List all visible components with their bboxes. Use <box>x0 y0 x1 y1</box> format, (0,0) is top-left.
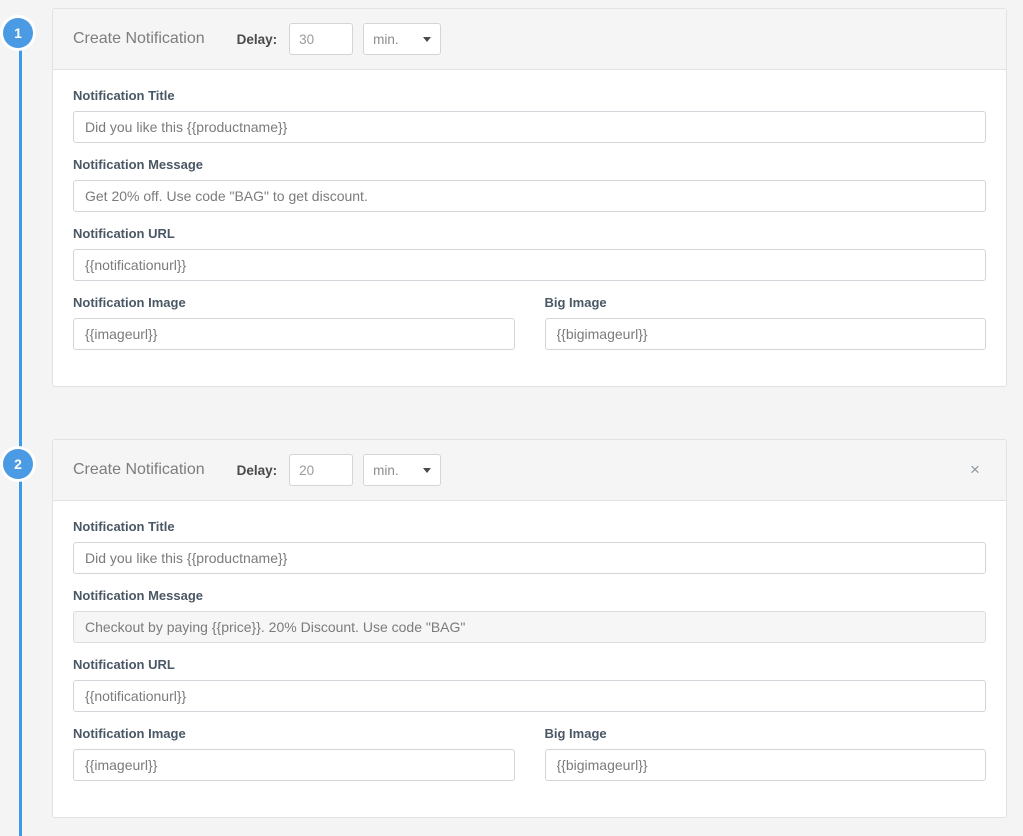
field-notification-title-1: Notification Title <box>73 88 986 143</box>
label-notification-title-2: Notification Title <box>73 519 175 534</box>
notification-card-1: Create Notification Delay: min. Notifica… <box>52 8 1007 387</box>
input-notification-message-2[interactable] <box>73 611 986 643</box>
label-notification-url-1: Notification URL <box>73 226 175 241</box>
label-notification-message-2: Notification Message <box>73 588 204 603</box>
step-badge-2[interactable]: 2 <box>3 449 33 479</box>
input-notification-message-1[interactable] <box>73 180 986 212</box>
input-big-image-1[interactable] <box>544 318 986 350</box>
delay-label-1: Delay: <box>236 31 278 47</box>
input-big-image-2[interactable] <box>544 749 986 781</box>
field-notification-message-1: Notification Message <box>73 157 986 212</box>
label-notification-message-1: Notification Message <box>73 157 204 172</box>
delay-input-2[interactable] <box>289 454 354 486</box>
label-notification-image-2: Notification Image <box>73 726 186 741</box>
notification-card-2: Create Notification Delay: min. × Notifi… <box>52 439 1007 818</box>
card-header-1: Create Notification Delay: min. <box>53 9 1006 70</box>
delay-unit-select-2[interactable]: min. <box>363 454 442 486</box>
delay-unit-value-2: min. <box>373 462 399 478</box>
delay-input-1[interactable] <box>289 23 354 55</box>
card-title-2: Create Notification <box>73 461 205 478</box>
timeline-connector-2 <box>19 478 22 836</box>
image-fields-row-2: Notification Image Big Image <box>73 726 986 795</box>
card-body-2: Notification Title Notification Message … <box>53 501 1006 817</box>
delay-label-2: Delay: <box>236 462 278 478</box>
chevron-down-icon <box>423 468 432 473</box>
label-big-image-1: Big Image <box>544 295 607 310</box>
field-notification-title-2: Notification Title <box>73 519 986 574</box>
card-header-2: Create Notification Delay: min. × <box>53 440 1006 501</box>
input-notification-title-2[interactable] <box>73 542 986 574</box>
image-fields-row-1: Notification Image Big Image <box>73 295 986 364</box>
timeline-rail: 1 2 <box>0 0 52 836</box>
delay-unit-value-1: min. <box>373 31 399 47</box>
timeline-connector-1 <box>19 46 22 466</box>
input-notification-image-2[interactable] <box>73 749 515 781</box>
label-notification-title-1: Notification Title <box>73 88 175 103</box>
field-notification-url-2: Notification URL <box>73 657 986 712</box>
input-notification-url-1[interactable] <box>73 249 986 281</box>
field-notification-image-2: Notification Image <box>73 726 515 781</box>
label-notification-image-1: Notification Image <box>73 295 186 310</box>
label-big-image-2: Big Image <box>544 726 607 741</box>
field-notification-message-2: Notification Message <box>73 588 986 643</box>
field-notification-image-1: Notification Image <box>73 295 515 350</box>
field-notification-url-1: Notification URL <box>73 226 986 281</box>
input-notification-url-2[interactable] <box>73 680 986 712</box>
label-notification-url-2: Notification URL <box>73 657 175 672</box>
field-big-image-2: Big Image <box>544 726 986 795</box>
input-notification-image-1[interactable] <box>73 318 515 350</box>
step-badge-1[interactable]: 1 <box>3 18 33 48</box>
field-big-image-1: Big Image <box>544 295 986 364</box>
card-body-1: Notification Title Notification Message … <box>53 70 1006 386</box>
close-icon[interactable]: × <box>964 459 986 481</box>
input-notification-title-1[interactable] <box>73 111 986 143</box>
card-title-1: Create Notification <box>73 30 205 47</box>
delay-unit-select-1[interactable]: min. <box>363 23 442 55</box>
chevron-down-icon <box>423 37 432 42</box>
